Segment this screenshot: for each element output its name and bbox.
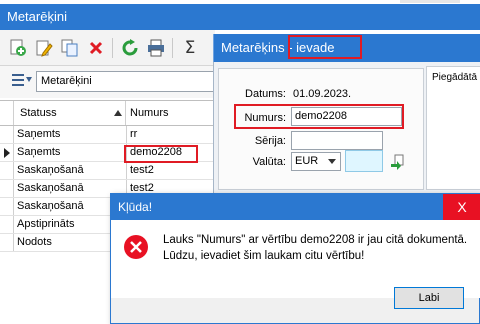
ok-button[interactable]: Labi [394,287,464,309]
cell-number: test2 [126,162,215,179]
chevron-down-icon [328,159,336,164]
sum-icon[interactable]: Σ [180,38,200,58]
exchange-rate-field[interactable] [345,150,383,172]
print-icon[interactable] [146,38,166,58]
currency-value: EUR [295,155,319,167]
column-header-status[interactable]: Statuss [14,101,126,125]
error-dialog: Kļūda! X Lauks "Numurs" ar vērtību demo2… [110,193,480,324]
currency-label: Valūta: [252,156,286,168]
error-dialog-title: Kļūda! [111,194,480,220]
currency-select[interactable]: EUR [291,152,341,171]
highlight-grid-number [124,145,198,163]
main-window-title: Metarēķini [0,4,480,30]
cell-number: rr [126,126,215,143]
add-icon[interactable] [8,38,28,58]
invoice-fields-panel [218,68,424,190]
series-field[interactable] [291,131,383,150]
tab-supplier-label: Piegādātā [432,72,478,83]
cell-status: Saskaņošanā [17,164,84,176]
series-label: Sērija: [254,135,286,147]
date-label: Datums: [245,88,286,100]
delete-icon[interactable] [86,38,106,58]
row-pointer-icon [4,148,10,158]
grid-header: Statuss Numurs [0,100,215,126]
column-header-number[interactable]: Numurs [126,101,215,125]
cell-status: Saņemts [17,146,61,158]
error-icon [123,234,149,260]
filter-combo[interactable]: Metarēķini [36,71,216,92]
edit-icon[interactable] [34,38,54,58]
date-field[interactable]: 01.09.2023. [293,88,351,100]
close-icon: X [457,199,467,215]
green-arrow-icon[interactable] [389,154,405,170]
sort-ascending-icon [114,110,122,116]
table-row[interactable]: Saņemts rr [0,126,215,144]
list-filter-icon[interactable] [12,74,32,88]
cell-status: Saņemts [17,128,61,140]
copy-icon[interactable] [60,38,80,58]
main-toolbar: Σ [0,30,215,66]
highlight-number-field [234,104,404,129]
refresh-icon[interactable] [120,38,140,58]
tab-supplier[interactable]: Piegādātā [426,66,480,190]
table-row[interactable]: Saskaņošanā test2 [0,162,215,180]
highlight-window-title [288,35,362,59]
close-button[interactable]: X [443,194,480,220]
error-message: Lauks "Numurs" ar vērtību demo2208 ir ja… [163,234,468,262]
